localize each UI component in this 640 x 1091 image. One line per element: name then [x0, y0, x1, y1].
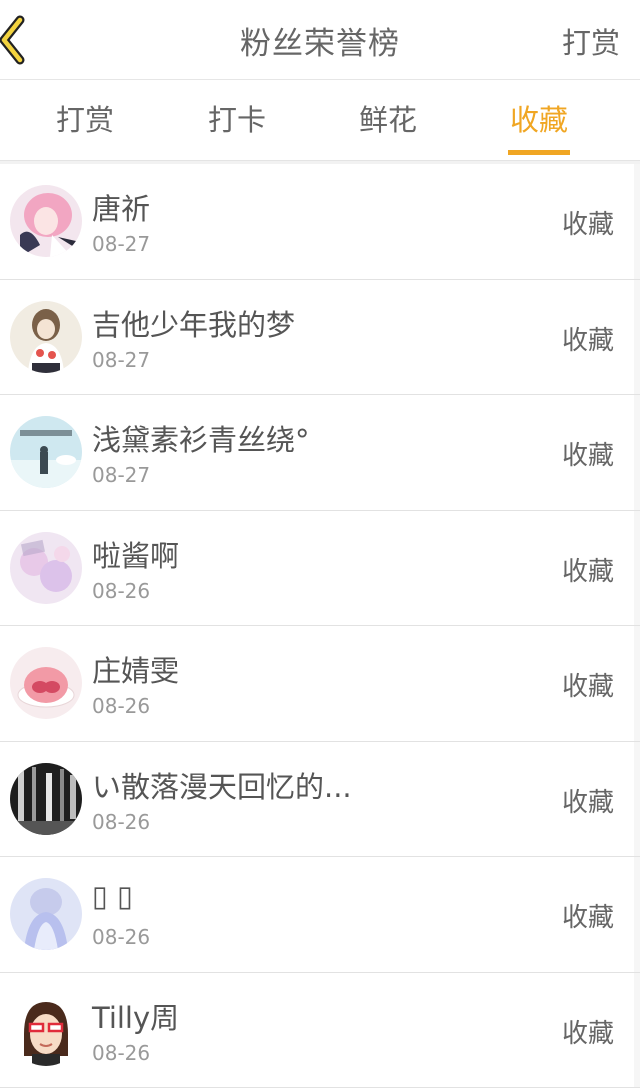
fan-action: 收藏 [561, 1018, 614, 1049]
avatar [10, 300, 82, 373]
fan-date: 08-27 [92, 347, 151, 372]
fan-action: 收藏 [561, 672, 614, 702]
list-item[interactable]: ▯ ▯ 08-26 收藏 [0, 857, 640, 973]
fan-date: 08-26 [92, 694, 151, 718]
list-item[interactable]: い散落漫天回忆的... 08-26 收藏 [0, 741, 640, 857]
active-tab-indicator [508, 150, 570, 155]
tab-favorites-label: 收藏 [509, 103, 568, 137]
fan-list: 唐祈 08-27 收藏 吉他少年我的梦 08-27 收藏 浅黛素衫青丝绕° 08… [0, 164, 640, 1088]
tab-favorites[interactable]: 收藏 [479, 80, 599, 160]
fan-date: 08-27 [92, 232, 151, 256]
list-item[interactable]: Tilly周 08-26 收藏 [0, 972, 640, 1088]
avatar [10, 531, 82, 604]
tab-bar: 打赏 打卡 鲜花 收藏 [0, 80, 640, 160]
top-bar: 粉丝荣誉榜 打赏 [0, 0, 640, 80]
fan-action: 收藏 [561, 787, 614, 818]
avatar [10, 993, 82, 1066]
fan-date: 08-26 [92, 809, 151, 834]
fan-name: い散落漫天回忆的... [92, 769, 352, 804]
fan-action: 收藏 [561, 556, 614, 587]
avatar [10, 762, 82, 835]
fan-name: 唐祈 [92, 192, 151, 226]
fan-date: 08-26 [92, 925, 151, 949]
avatar [10, 185, 82, 257]
list-item[interactable]: 庄婧雯 08-26 收藏 [0, 626, 640, 742]
avatar [10, 878, 82, 950]
fan-date: 08-27 [92, 463, 151, 487]
tab-reward[interactable]: 打赏 [25, 80, 145, 160]
fan-date: 08-26 [92, 578, 151, 603]
avatar [10, 647, 82, 719]
list-item[interactable]: 唐祈 08-27 收藏 [0, 164, 640, 280]
fan-name: Tilly周 [92, 1000, 180, 1035]
list-item[interactable]: 吉他少年我的梦 08-27 收藏 [0, 279, 640, 395]
fan-name: 吉他少年我的梦 [92, 307, 296, 342]
tab-checkin[interactable]: 打卡 [177, 80, 297, 160]
fan-name: 浅黛素衫青丝绕° [92, 423, 310, 457]
fan-name: 庄婧雯 [92, 654, 180, 688]
reward-button[interactable]: 打赏 [562, 20, 620, 62]
avatar [10, 416, 82, 488]
fan-action: 收藏 [561, 325, 614, 356]
list-item[interactable]: 啦酱啊 08-26 收藏 [0, 510, 640, 626]
fan-name: 啦酱啊 [92, 538, 180, 573]
fan-date: 08-26 [92, 1040, 151, 1065]
fan-action: 收藏 [561, 210, 614, 240]
fan-action: 收藏 [561, 441, 614, 471]
fan-name: ▯ ▯ [92, 879, 134, 913]
page-title: 粉丝荣誉榜 [240, 26, 400, 62]
list-item[interactable]: 浅黛素衫青丝绕° 08-27 收藏 [0, 395, 640, 511]
fan-action: 收藏 [561, 903, 614, 933]
tab-flowers[interactable]: 鲜花 [328, 80, 448, 160]
